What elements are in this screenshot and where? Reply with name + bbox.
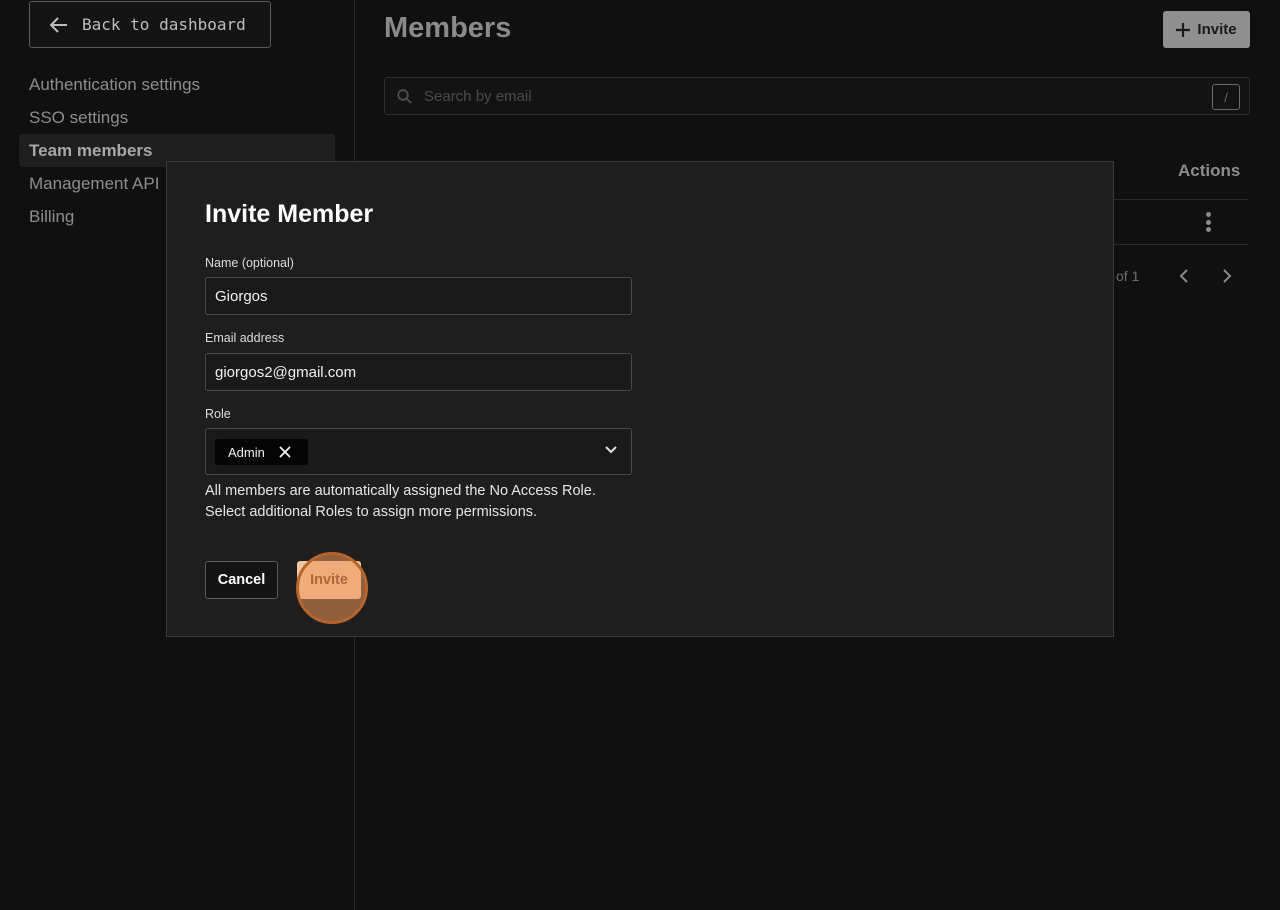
chevron-down-icon[interactable] <box>605 445 617 455</box>
name-field[interactable] <box>205 277 632 315</box>
back-to-dashboard-label: Back to dashboard <box>82 15 246 34</box>
search-shortcut-hint: / <box>1212 84 1240 110</box>
invite-member-label: Invite <box>1197 21 1237 38</box>
dialog-title: Invite Member <box>205 200 374 228</box>
role-chip-admin: Admin <box>215 439 308 465</box>
role-select[interactable]: Admin <box>205 428 632 475</box>
role-help-text: All members are automatically assigned t… <box>205 481 645 523</box>
role-help-line-1: All members are automatically assigned t… <box>205 483 596 499</box>
email-field[interactable] <box>205 353 632 391</box>
pagination-next-button[interactable] <box>1217 266 1237 286</box>
role-field-label: Role <box>205 407 231 421</box>
sidebar-item-authentication-settings[interactable]: Authentication settings <box>19 68 335 101</box>
cancel-button[interactable]: Cancel <box>205 561 278 599</box>
pagination-text: of 1 <box>1116 268 1140 284</box>
role-help-line-2: Select additional Roles to assign more p… <box>205 504 538 520</box>
plus-icon <box>1176 22 1191 37</box>
search-icon <box>397 88 412 104</box>
name-field-label: Name (optional) <box>205 256 294 270</box>
more-vertical-icon[interactable] <box>1200 210 1216 234</box>
page-title: Members <box>384 12 512 44</box>
invite-member-button[interactable]: Invite <box>1163 11 1250 48</box>
search-bar: / <box>384 77 1250 115</box>
email-field-label: Email address <box>205 331 285 345</box>
search-input[interactable] <box>424 87 1184 105</box>
table-row-divider <box>1114 199 1248 200</box>
sidebar-item-sso-settings[interactable]: SSO settings <box>19 101 335 134</box>
arrow-left-icon <box>50 16 67 33</box>
table-row-divider <box>1114 244 1248 245</box>
close-icon[interactable] <box>279 446 291 458</box>
chevron-left-icon <box>1179 269 1188 283</box>
pagination-prev-button[interactable] <box>1174 266 1194 286</box>
chevron-right-icon <box>1223 269 1232 283</box>
back-to-dashboard-button[interactable]: Back to dashboard <box>29 1 271 48</box>
actions-column-header: Actions <box>1178 161 1241 180</box>
invite-submit-button[interactable]: Invite <box>297 561 361 599</box>
role-chip-label: Admin <box>228 444 265 460</box>
invite-member-dialog: Invite Member Name (optional) Email addr… <box>166 161 1114 637</box>
